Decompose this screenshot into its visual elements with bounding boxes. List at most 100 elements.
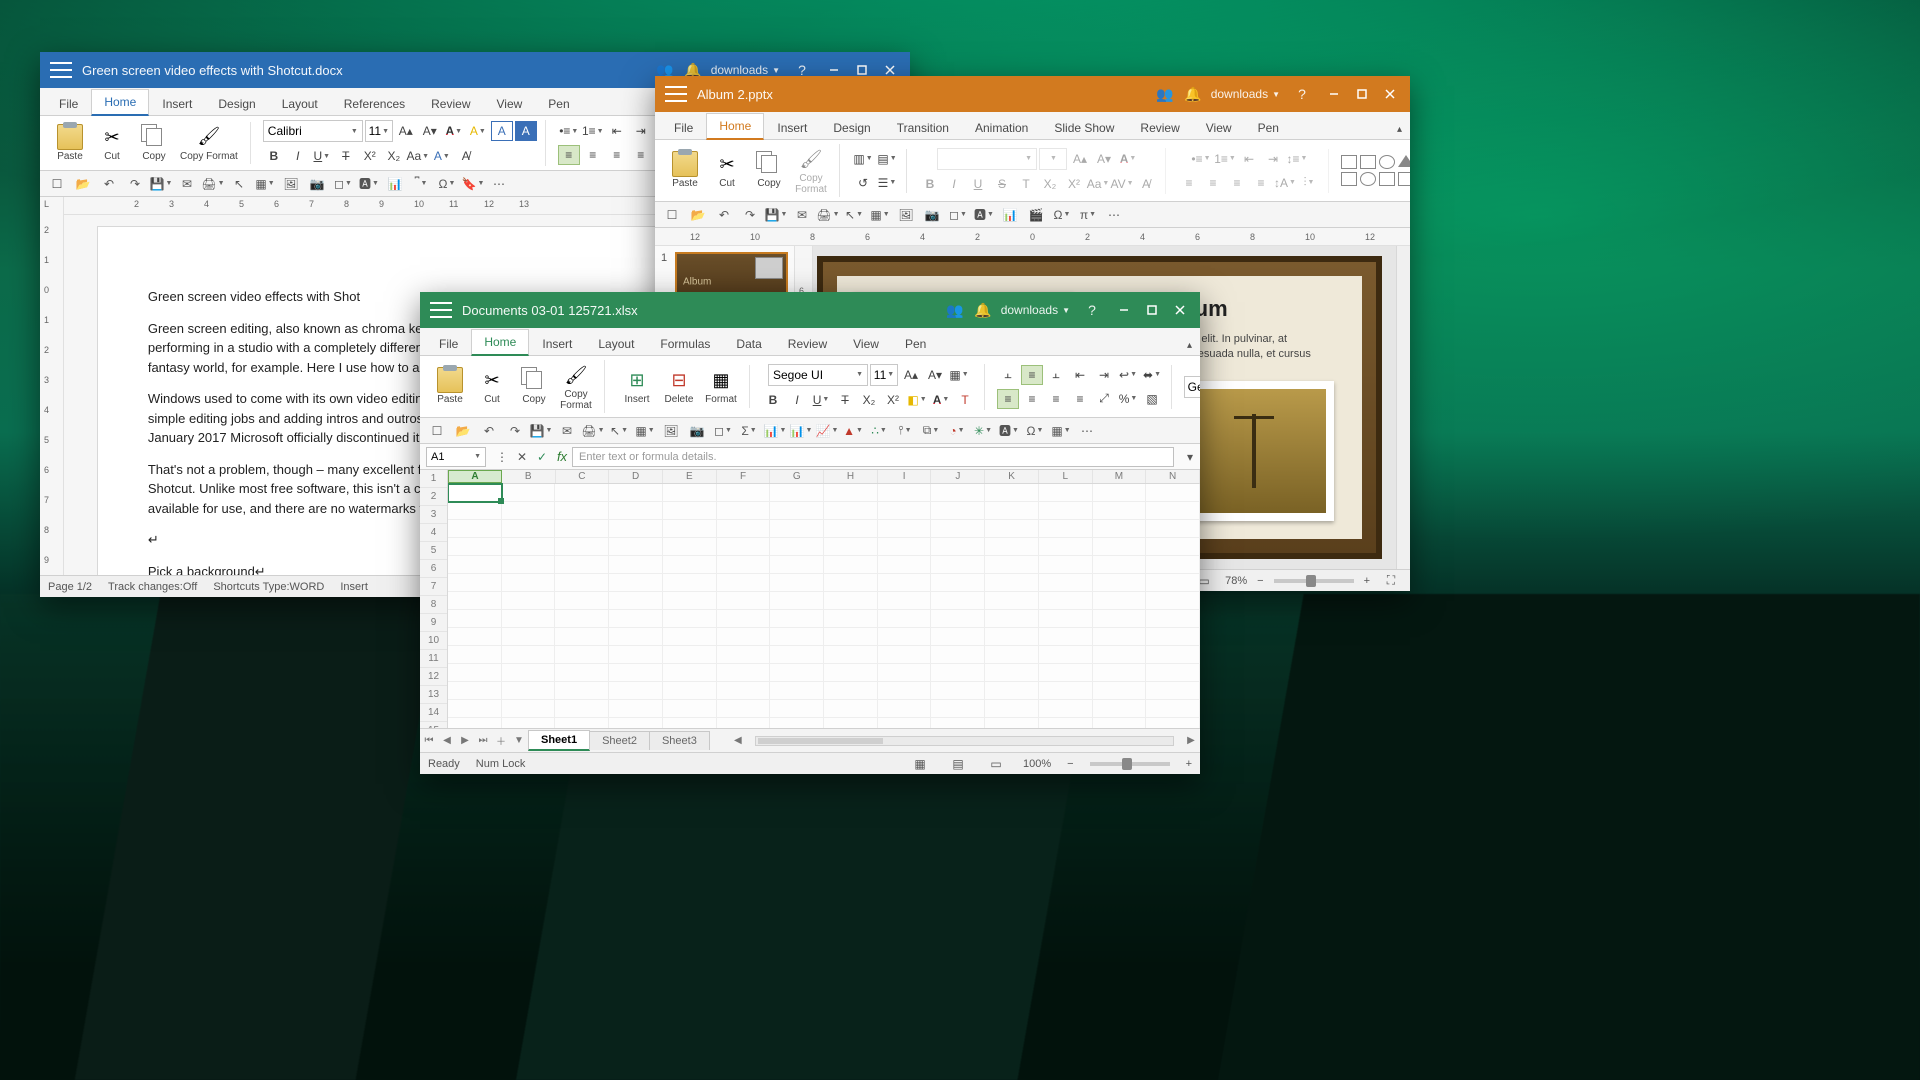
sheet-nav-next-icon[interactable]: ▶ <box>456 735 474 746</box>
tab-layout[interactable]: Layout <box>585 331 647 356</box>
cell[interactable] <box>448 628 502 646</box>
align-left-button[interactable]: ≡ <box>1178 173 1200 193</box>
picture-icon[interactable]: 🖼 <box>280 174 302 194</box>
cell[interactable] <box>555 556 609 574</box>
cell[interactable] <box>609 592 663 610</box>
cell[interactable] <box>878 592 932 610</box>
cell[interactable] <box>717 646 771 664</box>
add-sheet-icon[interactable]: ＋ <box>492 733 510 748</box>
sheet-nav-prev-icon[interactable]: ◀ <box>438 735 456 746</box>
layout-button[interactable]: ▤ <box>876 149 898 169</box>
cell[interactable] <box>985 664 1039 682</box>
align-justify-button[interactable]: ≡ <box>630 145 652 165</box>
bold-button[interactable]: B <box>762 390 784 410</box>
cell[interactable] <box>555 484 609 502</box>
shrink-font-button[interactable]: A▾ <box>924 365 946 385</box>
cell[interactable] <box>1146 574 1200 592</box>
chart-area-icon[interactable]: ▲ <box>842 421 864 441</box>
sheet-tab[interactable]: Sheet2 <box>589 731 650 750</box>
tab-references[interactable]: References <box>331 91 418 116</box>
print-icon[interactable]: 🖨 <box>582 421 604 441</box>
line-spacing-button[interactable]: ↕≡ <box>1286 149 1308 169</box>
char-spacing-button[interactable]: AV <box>1111 174 1133 194</box>
namebox-more-icon[interactable]: ⋮ <box>492 450 512 464</box>
cell[interactable] <box>502 682 556 700</box>
hscrollbar[interactable] <box>755 736 1174 746</box>
cursor-icon[interactable]: ↖ <box>228 174 250 194</box>
cell[interactable] <box>502 538 556 556</box>
bookmark-icon[interactable]: 🔖 <box>462 174 484 194</box>
cell[interactable] <box>1093 682 1147 700</box>
cell[interactable] <box>985 502 1039 520</box>
cell[interactable] <box>770 502 824 520</box>
cell[interactable] <box>931 502 985 520</box>
cell[interactable] <box>448 574 502 592</box>
cell[interactable] <box>1039 520 1093 538</box>
hamburger-icon[interactable] <box>50 62 72 78</box>
cell[interactable] <box>717 628 771 646</box>
cell[interactable] <box>878 700 932 718</box>
cell[interactable] <box>448 718 502 728</box>
undo-icon[interactable]: ↶ <box>98 174 120 194</box>
cell[interactable] <box>609 682 663 700</box>
cell[interactable] <box>717 520 771 538</box>
camera-icon[interactable]: 📷 <box>921 205 943 225</box>
cell[interactable] <box>1146 646 1200 664</box>
cell[interactable] <box>1039 574 1093 592</box>
cell[interactable] <box>985 718 1039 728</box>
cell[interactable] <box>1039 700 1093 718</box>
cell[interactable] <box>824 484 878 502</box>
cell[interactable] <box>931 664 985 682</box>
cell[interactable] <box>502 502 556 520</box>
wrap-text-button[interactable]: ↩ <box>1117 365 1139 385</box>
cell[interactable] <box>931 646 985 664</box>
cursor-icon[interactable]: ↖ <box>608 421 630 441</box>
camera-icon[interactable]: 📷 <box>306 174 328 194</box>
strike-button[interactable]: T <box>834 390 856 410</box>
text-direction-button[interactable]: ↕A <box>1274 173 1296 193</box>
shapes-icon[interactable]: ◻ <box>712 421 734 441</box>
autosum-icon[interactable]: Σ <box>738 421 760 441</box>
row-header[interactable]: 7 <box>420 578 447 596</box>
table-icon[interactable]: ▦ <box>254 174 276 194</box>
row-header[interactable]: 1 <box>420 470 447 488</box>
cell[interactable] <box>609 664 663 682</box>
insert-cells-button[interactable]: ⊞Insert <box>617 365 657 408</box>
grow-font-button[interactable]: A▴ <box>1069 149 1091 169</box>
cell[interactable] <box>878 682 932 700</box>
cell[interactable] <box>1039 502 1093 520</box>
cell[interactable] <box>985 628 1039 646</box>
open-icon[interactable]: 📂 <box>72 174 94 194</box>
bold-button[interactable]: B <box>919 174 941 194</box>
sheet-tab[interactable]: Sheet1 <box>528 730 590 751</box>
italic-button[interactable]: I <box>786 390 808 410</box>
table-icon[interactable]: ▦ <box>634 421 656 441</box>
tab-slideshow[interactable]: Slide Show <box>1041 115 1127 140</box>
chart-combo-icon[interactable]: ⧉ <box>920 421 942 441</box>
grid[interactable]: 1234567891011121314151617181920 ABCDEFGH… <box>420 470 1200 728</box>
cell[interactable] <box>1146 682 1200 700</box>
cell[interactable] <box>878 718 932 728</box>
cell[interactable] <box>555 718 609 728</box>
symbol-icon[interactable]: Ω <box>1051 205 1073 225</box>
chart-radar-icon[interactable]: ✳ <box>972 421 994 441</box>
tab-design[interactable]: Design <box>205 91 268 116</box>
cell[interactable] <box>448 592 502 610</box>
camera-icon[interactable]: 📷 <box>686 421 708 441</box>
fit-screen-icon[interactable]: ⛶ <box>1380 571 1402 591</box>
expand-formula-icon[interactable]: ▾ <box>1180 450 1200 464</box>
cell[interactable] <box>717 574 771 592</box>
cell[interactable] <box>609 718 663 728</box>
col-header[interactable]: G <box>770 470 824 483</box>
view-normal-icon[interactable]: ▦ <box>909 754 931 774</box>
section-button[interactable]: ☰ <box>876 173 898 193</box>
cell[interactable] <box>878 520 932 538</box>
view-break-icon[interactable]: ▭ <box>985 754 1007 774</box>
bell-icon[interactable]: 🔔 <box>973 300 993 320</box>
bell-icon[interactable]: 🔔 <box>1183 84 1203 104</box>
col-header[interactable]: J <box>931 470 985 483</box>
cell[interactable] <box>663 628 717 646</box>
cell[interactable] <box>931 700 985 718</box>
cell[interactable] <box>1146 520 1200 538</box>
cell[interactable] <box>824 682 878 700</box>
